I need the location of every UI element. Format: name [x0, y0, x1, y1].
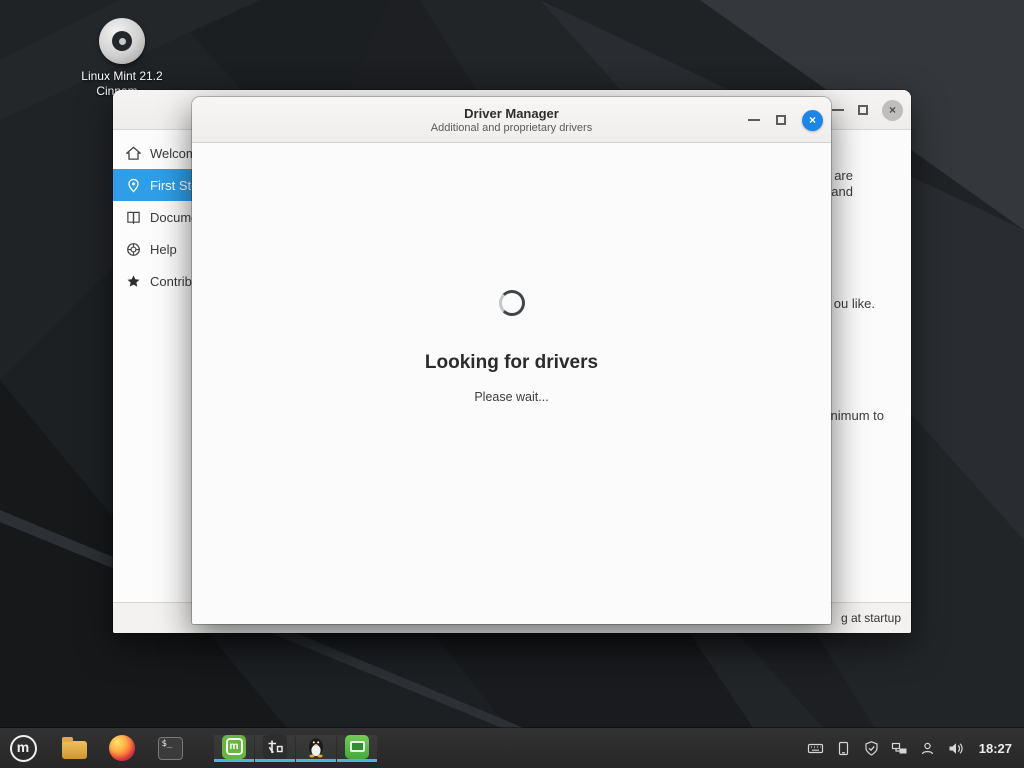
startup-checkbox-label[interactable]: g at startup: [841, 611, 901, 625]
mint-logo-icon: m: [10, 735, 37, 762]
clipboard-icon[interactable]: [835, 740, 852, 757]
input-method-icon: [263, 735, 287, 759]
window-subtitle: Additional and proprietary drivers: [431, 122, 592, 134]
window-title: Driver Manager: [464, 106, 559, 121]
terminal-icon: $_: [158, 737, 183, 760]
firefox-launcher[interactable]: [108, 734, 136, 762]
status-heading: Looking for drivers: [192, 352, 831, 374]
welcome-text-fragment: nimum to: [831, 408, 884, 423]
window-list: m: [214, 735, 378, 762]
lifebuoy-icon: [126, 242, 141, 257]
driver-manager-content: Looking for drivers Please wait...: [192, 144, 831, 624]
firefox-icon: [109, 735, 135, 761]
close-icon[interactable]: ×: [882, 100, 903, 121]
maximize-icon[interactable]: [776, 115, 786, 125]
loading-spinner-icon: [499, 290, 525, 316]
desktop: Linux Mint 21.2 Cinnam... × Welcome Firs…: [0, 0, 1024, 768]
status-subtext: Please wait...: [192, 390, 831, 404]
mint-logo-icon: m: [222, 735, 246, 759]
taskbar-window-welcome[interactable]: m: [214, 735, 254, 762]
folder-icon: [62, 741, 87, 759]
shield-icon[interactable]: [863, 740, 880, 757]
minimize-icon[interactable]: [832, 109, 844, 111]
taskbar-window-driver-manager[interactable]: [296, 735, 336, 762]
desktop-icon-install-disc[interactable]: Linux Mint 21.2 Cinnam...: [72, 18, 172, 99]
network-icon[interactable]: [891, 740, 908, 757]
files-launcher[interactable]: [60, 734, 88, 762]
terminal-launcher[interactable]: $_: [156, 734, 184, 762]
pin-icon: [126, 178, 141, 193]
disc-icon: [99, 18, 145, 64]
welcome-text-fragment: ou like.: [834, 296, 875, 311]
star-icon: [126, 274, 141, 289]
book-icon: [126, 210, 141, 225]
close-icon[interactable]: ×: [802, 110, 823, 131]
users-icon[interactable]: [919, 740, 936, 757]
minimize-icon[interactable]: [748, 119, 760, 121]
taskbar: m $_ m: [0, 728, 1024, 768]
driver-manager-titlebar[interactable]: Driver Manager Additional and proprietar…: [192, 97, 831, 143]
sidebar-item-label: Help: [150, 242, 177, 257]
driver-manager-window: Driver Manager Additional and proprietar…: [192, 97, 831, 624]
menu-button[interactable]: m: [6, 731, 40, 765]
green-app-icon: [345, 735, 369, 759]
taskbar-window-green-app[interactable]: [337, 735, 377, 762]
taskbar-window-input-method[interactable]: [255, 735, 295, 762]
clock[interactable]: 18:27: [979, 741, 1012, 756]
maximize-icon[interactable]: [858, 105, 868, 115]
tux-penguin-icon: [304, 735, 328, 759]
welcome-text-fragment: are: [834, 168, 853, 183]
volume-icon[interactable]: [947, 740, 964, 757]
keyboard-icon[interactable]: [807, 740, 824, 757]
home-icon: [126, 146, 141, 161]
